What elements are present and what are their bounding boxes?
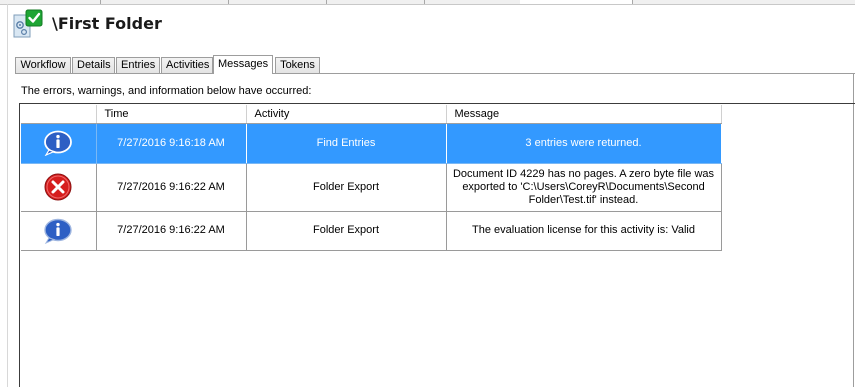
page-title: \First Folder [52, 14, 162, 33]
tab-activities[interactable]: Activities [161, 57, 213, 73]
row-time: 7/27/2016 9:16:22 AM [96, 163, 247, 212]
top-tab-segment[interactable] [228, 0, 327, 4]
column-header-time[interactable]: Time [96, 105, 247, 124]
row-time: 7/27/2016 9:16:18 AM [96, 123, 247, 164]
row-activity: Folder Export [246, 211, 447, 251]
top-tab-segment-active[interactable] [520, 0, 633, 4]
info-icon [44, 130, 73, 156]
intro-text: The errors, warnings, and information be… [21, 85, 312, 97]
tab-panel-border [15, 73, 855, 74]
folder-workflow-icon [12, 9, 44, 39]
table-row[interactable]: 7/27/2016 9:16:18 AM Find Entries 3 entr… [21, 123, 722, 164]
grid-header-row: Time Activity Message [21, 105, 722, 124]
tab-tokens[interactable]: Tokens [275, 57, 320, 73]
table-row[interactable]: 7/27/2016 9:16:22 AM Folder Export The e… [21, 211, 722, 251]
column-header-message[interactable]: Message [446, 105, 722, 124]
row-icon-cell [21, 163, 97, 212]
tab-label: Messages [218, 58, 269, 70]
top-tab-segment[interactable] [0, 0, 101, 4]
row-icon-cell [21, 211, 97, 251]
row-message: Document ID 4229 has no pages. A zero by… [446, 163, 722, 212]
table-row[interactable]: 7/27/2016 9:16:22 AM Folder Export Docum… [21, 163, 722, 212]
row-activity: Find Entries [246, 123, 447, 164]
row-icon-cell [21, 123, 97, 164]
column-header-icon[interactable] [21, 105, 97, 124]
tab-messages[interactable]: Messages [213, 55, 273, 74]
tab-entries[interactable]: Entries [116, 57, 160, 73]
top-tab-segment[interactable] [424, 0, 521, 4]
tab-label: Entries [121, 59, 156, 71]
row-message: The evaluation license for this activity… [446, 211, 722, 251]
error-icon [44, 173, 72, 201]
tab-label: Activities [166, 59, 210, 71]
row-activity: Folder Export [246, 163, 447, 212]
tab-label: Details [77, 59, 111, 71]
row-time: 7/27/2016 9:16:22 AM [96, 211, 247, 251]
column-header-activity[interactable]: Activity [246, 105, 447, 124]
top-tab-segment[interactable] [326, 0, 425, 4]
tab-label: Workflow [20, 59, 66, 71]
left-panel-divider [7, 4, 8, 387]
info-icon [44, 218, 72, 244]
messages-grid: Time Activity Message 7/27/2016 9:16:18 … [21, 105, 722, 251]
tab-label: Tokens [280, 59, 315, 71]
top-tab-strip [0, 0, 855, 5]
top-tab-segment[interactable] [100, 0, 229, 4]
tab-details[interactable]: Details [72, 57, 115, 73]
tab-workflow[interactable]: Workflow [15, 57, 71, 73]
row-message: 3 entries were returned. [446, 123, 722, 164]
